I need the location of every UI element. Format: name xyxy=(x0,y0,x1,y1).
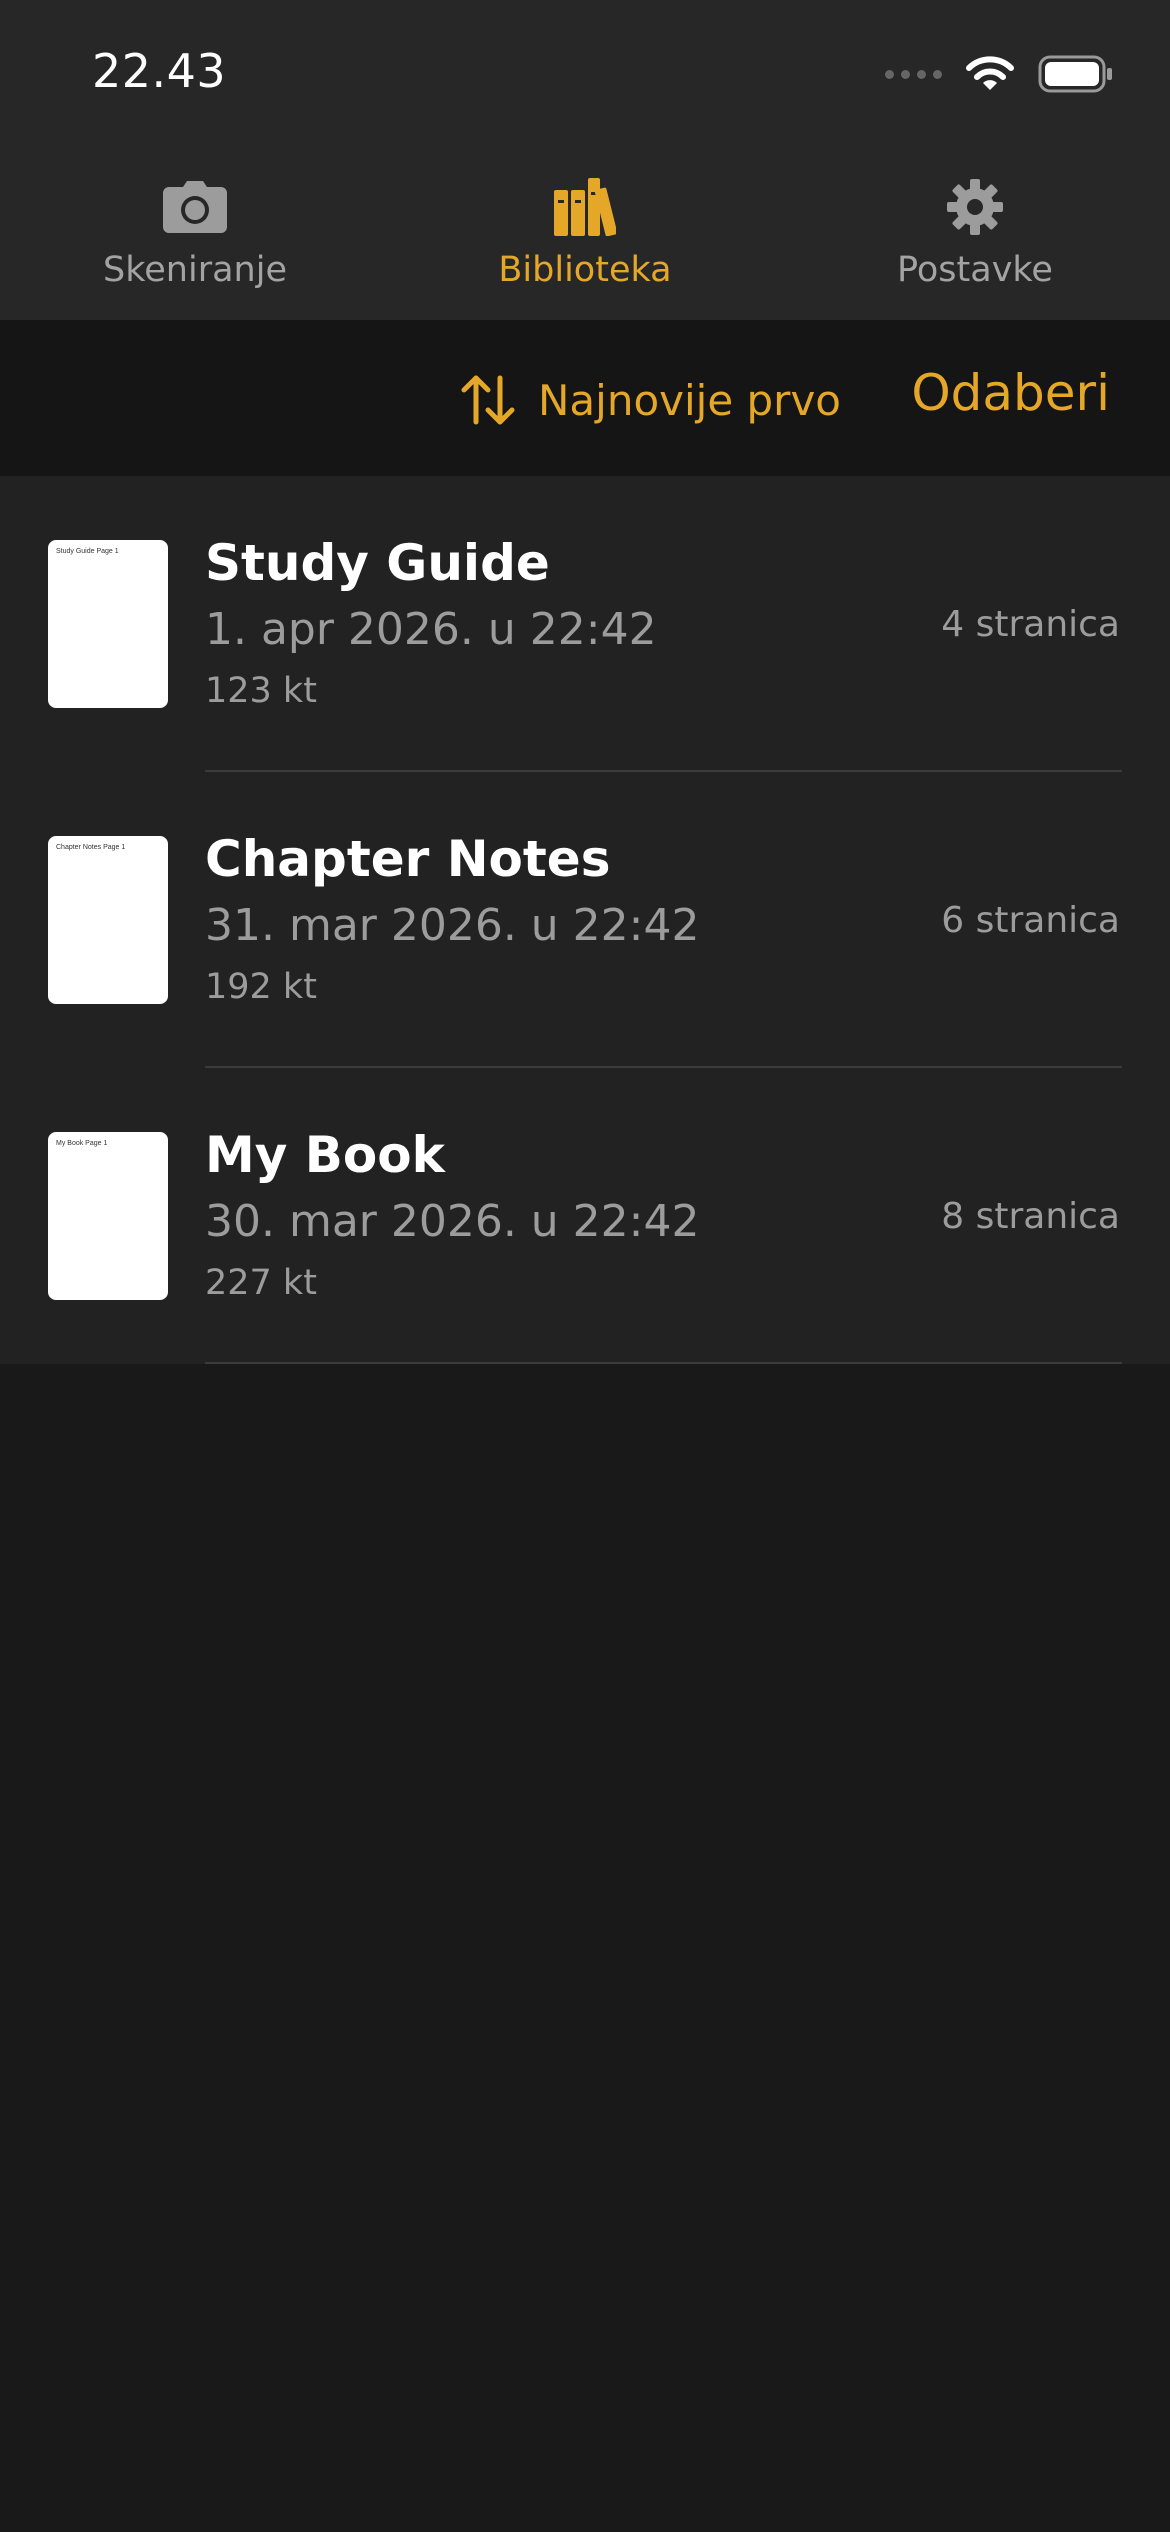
document-thumbnail: Chapter Notes Page 1 xyxy=(48,836,168,1004)
tab-bar: Skeniranje Biblioteka Postavke xyxy=(0,160,1170,320)
document-thumbnail: Study Guide Page 1 xyxy=(48,540,168,708)
thumbnail-text: Study Guide Page 1 xyxy=(56,548,119,555)
battery-icon xyxy=(1038,55,1112,93)
tab-label: Skeniranje xyxy=(103,250,287,290)
list-item[interactable]: Chapter Notes Page 1 Chapter Notes 31. m… xyxy=(0,772,1170,1068)
books-icon xyxy=(550,172,620,242)
thumbnail-text: Chapter Notes Page 1 xyxy=(56,844,126,851)
tab-postavke[interactable]: Postavke xyxy=(780,160,1170,320)
tab-label: Postavke xyxy=(897,250,1053,290)
top-bar: 22.43 Skeniranje Biblioteka Postavke xyxy=(0,0,1170,320)
document-date: 30. mar 2026. u 22:42 xyxy=(205,1196,700,1247)
document-size: 227 kt xyxy=(205,1263,317,1303)
document-date: 31. mar 2026. u 22:42 xyxy=(205,900,700,951)
list-item[interactable]: My Book Page 1 My Book 30. mar 2026. u 2… xyxy=(0,1068,1170,1364)
cellular-signal-icon xyxy=(885,69,942,79)
document-list: Study Guide Page 1 Study Guide 1. apr 20… xyxy=(0,476,1170,1364)
sort-label: Najnovije prvo xyxy=(538,375,842,425)
status-icons xyxy=(885,52,1114,96)
document-date: 1. apr 2026. u 22:42 xyxy=(205,604,657,655)
document-title: Chapter Notes xyxy=(205,830,611,888)
status-time: 22.43 xyxy=(92,44,227,98)
tab-skeniranje[interactable]: Skeniranje xyxy=(0,160,390,320)
document-thumbnail: My Book Page 1 xyxy=(48,1132,168,1300)
library-toolbar: Najnovije prvo Odaberi xyxy=(0,320,1170,476)
document-title: Study Guide xyxy=(205,534,550,592)
tab-label: Biblioteka xyxy=(498,250,672,290)
sort-arrows-icon xyxy=(461,375,515,425)
tab-biblioteka[interactable]: Biblioteka xyxy=(390,160,780,320)
wifi-icon xyxy=(966,56,1014,90)
sort-button[interactable]: Najnovije prvo xyxy=(460,372,841,428)
camera-icon xyxy=(160,172,230,242)
document-page-count: 8 stranica xyxy=(941,1196,1120,1237)
document-size: 123 kt xyxy=(205,671,317,711)
document-title: My Book xyxy=(205,1126,445,1184)
select-button[interactable]: Odaberi xyxy=(911,364,1110,422)
document-size: 192 kt xyxy=(205,967,317,1007)
document-page-count: 6 stranica xyxy=(941,900,1120,941)
list-item[interactable]: Study Guide Page 1 Study Guide 1. apr 20… xyxy=(0,476,1170,772)
thumbnail-text: My Book Page 1 xyxy=(56,1140,108,1147)
document-page-count: 4 stranica xyxy=(941,604,1120,645)
row-divider xyxy=(205,1362,1122,1364)
gear-icon xyxy=(940,172,1010,242)
